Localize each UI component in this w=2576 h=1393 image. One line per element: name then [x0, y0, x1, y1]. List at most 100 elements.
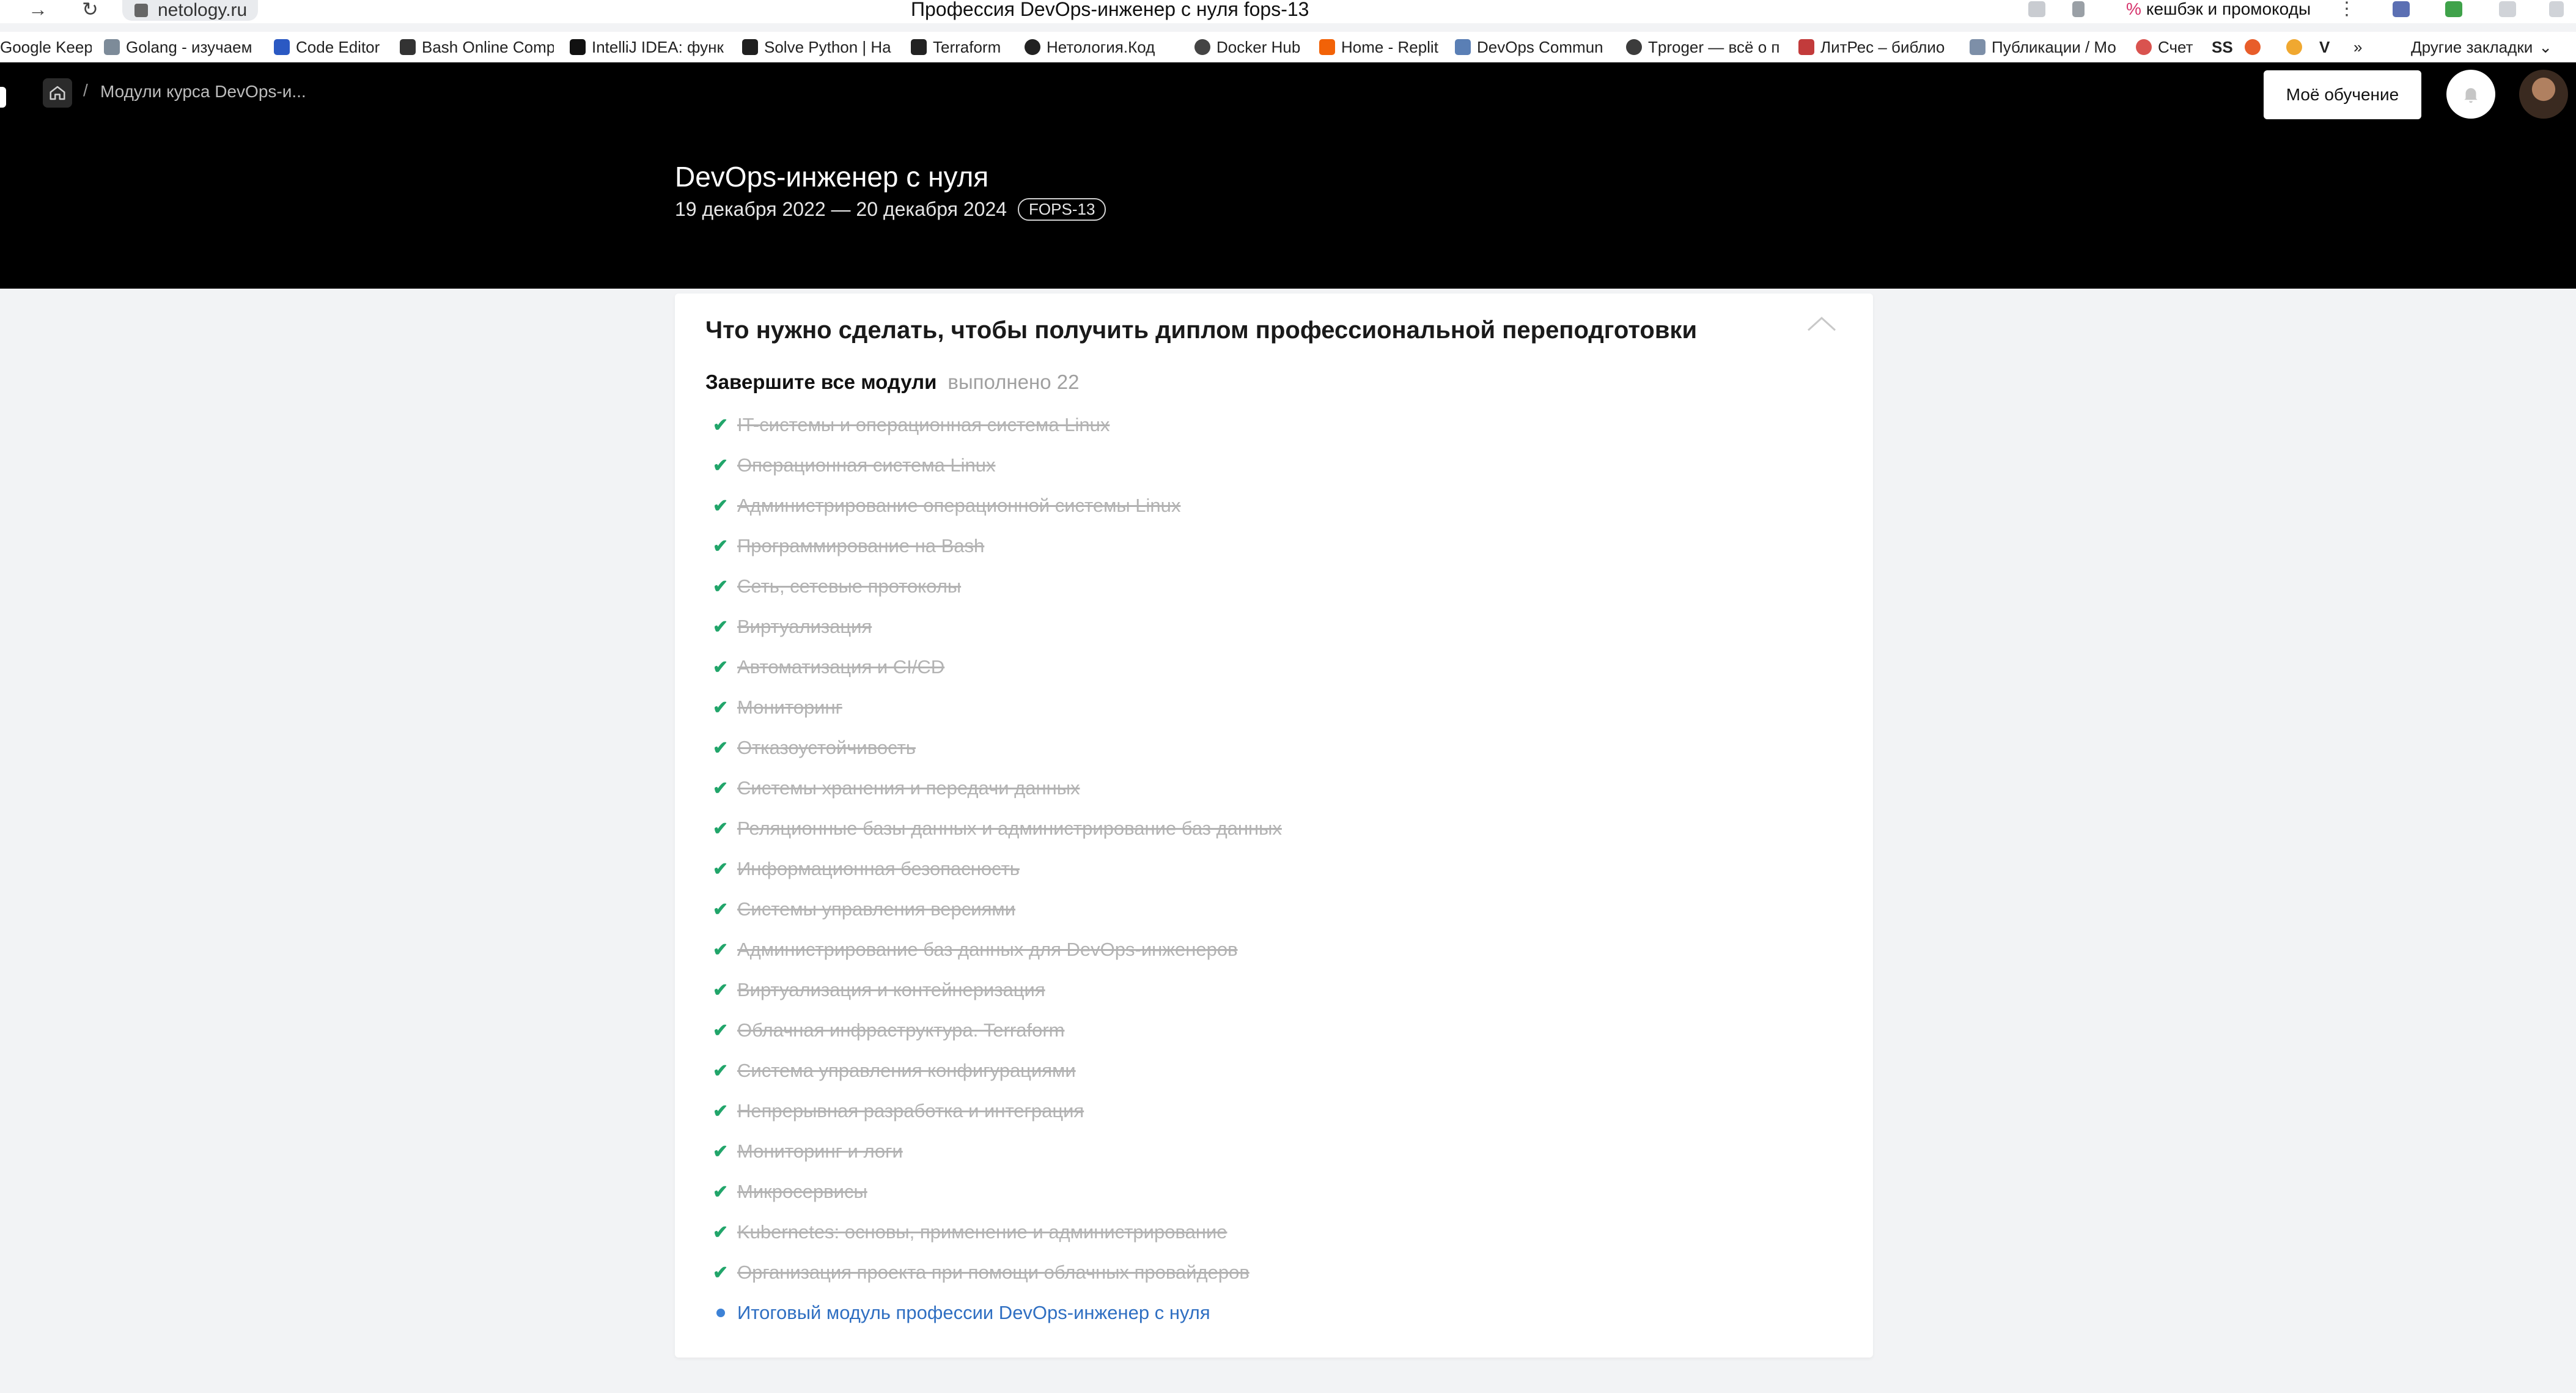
bookmark-solve-python[interactable]: Solve Python | Ha [742, 37, 897, 57]
check-icon: ✔ [713, 495, 729, 516]
cashback-extension-label: кешбэк и промокоды [2146, 0, 2311, 18]
bookmark-v[interactable]: V [2319, 37, 2338, 57]
course-dates: 19 декабря 2022 — 20 декабря 2024 FOPS-1… [675, 198, 1106, 221]
check-icon: ✔ [713, 415, 729, 435]
bookmark-docker-hub[interactable]: Docker Hub [1194, 37, 1311, 57]
module-item-completed[interactable]: ✔ Виртуализация и контейнеризация [713, 970, 1282, 1010]
module-item-completed[interactable]: ✔ Сеть, сетевые протоколы [713, 566, 1282, 607]
module-item-completed[interactable]: ✔ Операционная система Linux [713, 445, 1282, 486]
intellij-favicon-icon [570, 39, 586, 55]
module-name: Системы хранения и передачи данных [737, 777, 1080, 799]
bookmark-tproger[interactable]: Tproger — всё о п [1626, 37, 1783, 57]
url-field[interactable]: netology.ru [122, 0, 259, 21]
module-item-current[interactable]: Итоговый модуль профессии DevOps-инженер… [713, 1293, 1282, 1333]
module-item-completed[interactable]: ✔ Микросервисы [713, 1172, 1282, 1212]
module-item-completed[interactable]: ✔ Информационная безопасность [713, 849, 1282, 889]
module-list: ✔ IT-системы и операционная система Linux… [713, 405, 1282, 1333]
bookmark-litres[interactable]: ЛитРес – библио [1798, 37, 1951, 57]
menu-icon[interactable]: ⋮ [2338, 0, 2356, 18]
module-name: Непрерывная разработка и интеграция [737, 1100, 1084, 1121]
bookmark-schet[interactable]: Счет [2136, 37, 2203, 57]
check-icon: ✔ [713, 1101, 729, 1121]
module-name: Операционная система Linux [737, 454, 996, 476]
bookmark-golang[interactable]: Golang - изучаем [104, 37, 257, 57]
home-button[interactable] [43, 78, 72, 108]
forward-icon[interactable]: → [28, 0, 48, 19]
bash-favicon-icon [400, 39, 416, 55]
module-item-completed[interactable]: ✔ Виртуализация [713, 607, 1282, 647]
extensions-puzzle-icon[interactable] [2499, 1, 2516, 17]
module-item-completed[interactable]: ✔ Kubernetes: основы, применение и админи… [713, 1212, 1282, 1252]
bookmark-coin[interactable] [2286, 37, 2305, 57]
module-item-completed[interactable]: ✔ Мониторинг [713, 687, 1282, 728]
module-item-completed[interactable]: ✔ Системы управления версиями [713, 889, 1282, 929]
module-item-completed[interactable]: ✔ Мониторинг и логи [713, 1131, 1282, 1172]
download-arrow-icon[interactable] [2445, 1, 2462, 17]
module-item-completed[interactable]: ✔ Администрирование баз данных для DevOps… [713, 929, 1282, 970]
module-name: Администрирование баз данных для DevOps-… [737, 939, 1238, 960]
notifications-button[interactable] [2446, 70, 2495, 119]
module-item-completed[interactable]: ✔ Облачная инфраструктура. Terraform [713, 1010, 1282, 1051]
bookmark-bash-online[interactable]: Bash Online Comp [400, 37, 554, 57]
bookmark-ss[interactable]: SS [2212, 37, 2236, 57]
avatar[interactable] [2519, 70, 2568, 119]
other-bookmarks[interactable]: Другие закладки ⌄ [2411, 37, 2564, 57]
module-name: Виртуализация и контейнеризация [737, 979, 1045, 1000]
extension-icon[interactable] [2028, 1, 2045, 17]
module-item-completed[interactable]: ✔ IT-системы и операционная система Linux [713, 405, 1282, 445]
bookmark-google-keep[interactable]: Google Keep [0, 37, 92, 57]
bookmark-star-icon[interactable] [2072, 1, 2085, 17]
module-item-completed[interactable]: ✔ Системы хранения и передачи данных [713, 768, 1282, 808]
download-icon[interactable] [2549, 1, 2564, 17]
golang-favicon-icon [104, 39, 120, 55]
diploma-requirements-card: Что нужно сделать, чтобы получить диплом… [675, 294, 1873, 1358]
netology-logo[interactable] [0, 87, 6, 108]
course-dates-text: 19 декабря 2022 — 20 декабря 2024 [675, 198, 1007, 220]
module-item-completed[interactable]: ✔ Администрирование операционной системы … [713, 486, 1282, 526]
extension-icon[interactable] [2393, 1, 2410, 17]
check-icon: ✔ [713, 778, 729, 799]
check-icon: ✔ [713, 1262, 729, 1283]
module-item-completed[interactable]: ✔ Система управления конфигурациями [713, 1051, 1282, 1091]
browser-address-bar: → ↻ netology.ru Профессия DevOps-инженер… [0, 0, 2576, 23]
breadcrumb-link[interactable]: Модули курса DevOps-и... [100, 82, 306, 102]
bookmark-flame[interactable] [2245, 37, 2263, 57]
bookmark-intellij[interactable]: IntelliJ IDEA: функ [570, 37, 724, 57]
module-name: Мониторинг и логи [737, 1140, 903, 1162]
module-item-completed[interactable]: ✔ Отказоустойчивость [713, 728, 1282, 768]
terraform-favicon-icon [911, 39, 927, 55]
module-item-completed[interactable]: ✔ Непрерывная разработка и интеграция [713, 1091, 1282, 1131]
my-learning-button[interactable]: Моё обучение [2264, 70, 2421, 119]
module-item-completed[interactable]: ✔ Организация проекта при помощи облачных… [713, 1252, 1282, 1293]
bookmark-terraform[interactable]: Terraform [911, 37, 1015, 57]
module-name: Облачная инфраструктура. Terraform [737, 1019, 1065, 1041]
cashback-extension-tab[interactable]: % кешбэк и промокоды [2126, 0, 2311, 18]
module-name: Реляционные базы данных и администрирова… [737, 818, 1282, 839]
site-header: / Модули курса DevOps-и... Моё обучение … [0, 62, 2576, 289]
module-item-completed[interactable]: ✔ Автоматизация и CI/CD [713, 647, 1282, 687]
window-title: Профессия DevOps-инженер с нуля fops-13 [911, 0, 1309, 20]
bookmark-replit[interactable]: Home - Replit [1319, 37, 1441, 57]
card-title: Что нужно сделать, чтобы получить диплом… [705, 317, 1698, 344]
modules-count: выполнено 22 [948, 371, 1080, 393]
code-editor-favicon-icon [274, 39, 290, 55]
bookmarks-more-button[interactable]: » [2353, 37, 2372, 57]
modules-label: Завершите все модули [705, 371, 937, 393]
module-name: Информационная безопасность [737, 858, 1020, 879]
module-item-completed[interactable]: ✔ Программирование на Bash [713, 526, 1282, 566]
course-code-badge: FOPS-13 [1018, 198, 1106, 221]
check-icon: ✔ [713, 1222, 729, 1243]
reload-icon[interactable]: ↻ [82, 0, 98, 19]
chevron-up-icon[interactable] [1803, 311, 1840, 338]
module-name: Организация проекта при помощи облачных … [737, 1262, 1249, 1283]
url-text: netology.ru [158, 0, 248, 20]
bookmark-netology-code[interactable]: Нетология.Код [1025, 37, 1180, 57]
chevron-down-icon: ⌄ [2539, 37, 2553, 56]
current-module-link[interactable]: Итоговый модуль профессии DevOps-инженер… [737, 1302, 1210, 1324]
bookmark-code-editor[interactable]: Code Editor [274, 37, 390, 57]
bookmark-publications[interactable]: Публикации / Мо [1970, 37, 2122, 57]
check-icon: ✔ [713, 859, 729, 879]
bookmark-devops-community[interactable]: DevOps Commun [1455, 37, 1611, 57]
check-icon: ✔ [713, 1020, 729, 1041]
module-item-completed[interactable]: ✔ Реляционные базы данных и администриров… [713, 808, 1282, 849]
